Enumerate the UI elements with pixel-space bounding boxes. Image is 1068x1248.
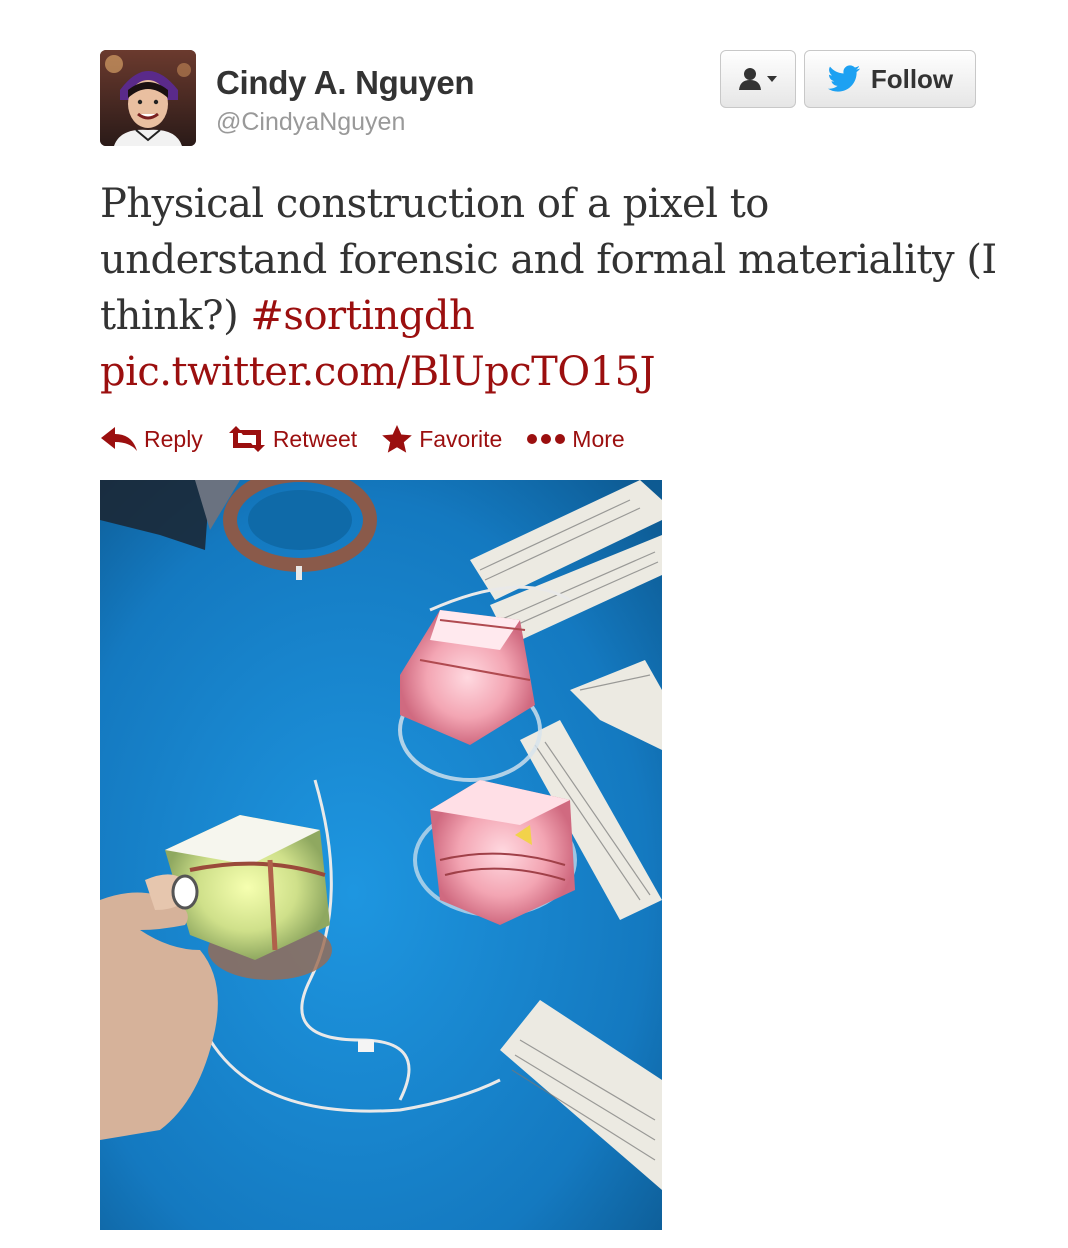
twitter-bird-icon <box>827 65 860 92</box>
follow-button-label: Follow <box>870 63 954 94</box>
avatar-image <box>100 50 196 146</box>
reply-arrow-icon <box>101 427 137 451</box>
favorite-label: Favorite <box>419 425 503 452</box>
profile-avatar[interactable] <box>100 50 196 146</box>
tweet-body: Physical construction of a pixel to unde… <box>100 181 997 339</box>
favorite-button[interactable]: Favorite <box>381 424 502 454</box>
hashtag-link[interactable]: #sortingdh <box>250 293 474 339</box>
more-label: More <box>572 425 625 452</box>
tweet-photo[interactable] <box>100 480 662 1230</box>
tweet-actions-bar: Reply Retweet Favorite More <box>100 424 649 454</box>
retweet-icon <box>228 426 265 452</box>
more-button[interactable]: More <box>526 425 625 453</box>
star-icon <box>382 425 412 453</box>
tweet-photo-image <box>100 480 662 1230</box>
reply-button[interactable]: Reply <box>100 426 203 453</box>
retweet-button[interactable]: Retweet <box>227 426 357 453</box>
follow-button[interactable]: Follow <box>804 50 976 108</box>
ellipsis-icon <box>527 434 566 444</box>
user-handle[interactable]: @CindyaNguyen <box>216 108 405 137</box>
user-actions-dropdown-button[interactable] <box>720 50 796 108</box>
reply-label: Reply <box>144 425 203 452</box>
user-display-name[interactable]: Cindy A. Nguyen <box>216 64 475 102</box>
tweet-text: Physical construction of a pixel to unde… <box>100 176 1000 400</box>
picture-link[interactable]: pic.twitter.com/BlUpcTO15J <box>100 349 656 395</box>
person-dropdown-icon <box>739 68 777 90</box>
retweet-label: Retweet <box>272 425 358 452</box>
